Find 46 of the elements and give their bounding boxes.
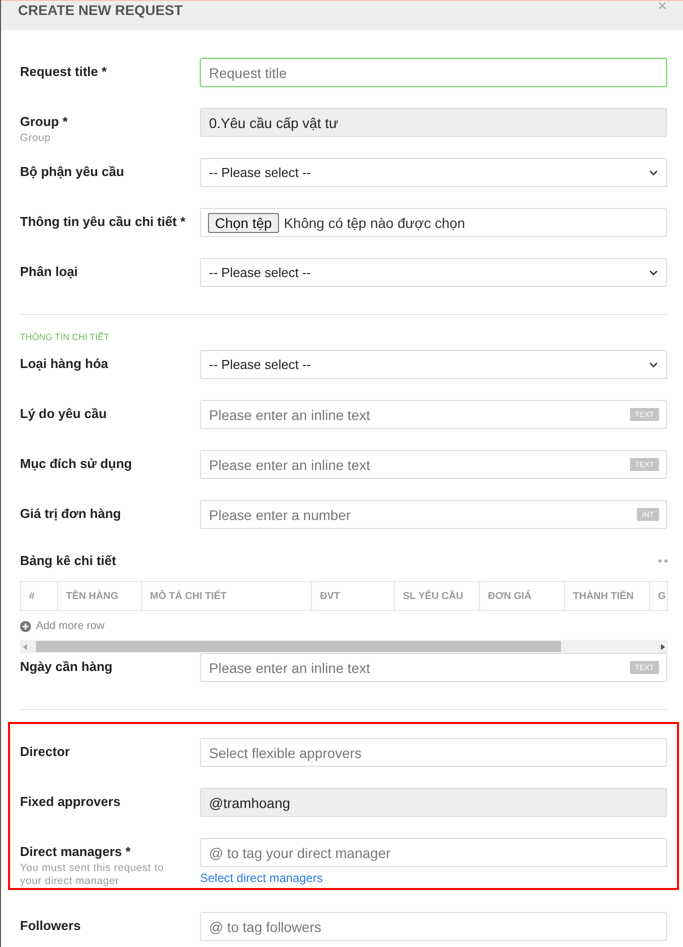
field-label: Fixed approvers (20, 794, 122, 809)
field-label: Followers (20, 918, 82, 933)
column-header: ĐƠN GIÁ (480, 582, 565, 610)
readonly-field: 0.Yêu cầu cấp vật tư (200, 108, 667, 137)
chevron-down-icon (649, 270, 658, 276)
select-link[interactable]: Select direct managers (200, 871, 323, 885)
field-label: Mục đích sử dụng (20, 456, 133, 471)
chevron-down-icon (649, 362, 658, 368)
column-header: # (21, 582, 58, 610)
column-header: G (650, 582, 667, 610)
select-field[interactable]: -- Please select -- (200, 350, 667, 379)
field-hint: You must sent this request to your direct manager (20, 862, 165, 888)
add-row-button[interactable]: Add more row (20, 620, 104, 632)
field-label: Request title * (20, 64, 108, 79)
field-label: Thông tin yêu cầu chi tiết * (20, 214, 186, 229)
column-header: MÔ TẢ CHI TIẾT (142, 582, 312, 610)
input-field[interactable]: Request title (200, 58, 667, 87)
field-label: Director (20, 744, 71, 759)
input-field[interactable]: Select flexible approvers (200, 738, 667, 767)
field-label: Bảng kê chi tiết (20, 553, 116, 568)
more-icon[interactable] (658, 558, 668, 562)
plus-circle-icon (20, 620, 31, 632)
field-label: Direct managers * (20, 844, 132, 859)
field-label: Lý do yêu cầu (20, 406, 108, 421)
field-label: Giá trị đơn hàng (20, 506, 122, 521)
readonly-field: @tramhoang (200, 788, 667, 817)
section-heading: THÔNG TIN CHI TIẾT (20, 331, 110, 344)
input-field[interactable]: @ to tag your direct manager (200, 838, 667, 867)
field-label: Loại hàng hóa (20, 356, 110, 371)
column-header: TÊN HÀNG (58, 582, 142, 610)
horizontal-scrollbar[interactable] (20, 640, 668, 653)
column-header: ĐVT (312, 582, 395, 610)
field-label: Group * (20, 114, 69, 129)
column-header: SL YÊU CẦU (395, 582, 480, 610)
choose-file-button[interactable]: Chọn tệp (208, 212, 279, 232)
chevron-down-icon (649, 170, 658, 176)
file-status: Không có tệp nào được chọn (284, 214, 466, 230)
select-field[interactable]: -- Please select -- (200, 258, 667, 287)
select-field[interactable]: -- Please select -- (200, 158, 667, 187)
input-field[interactable]: @ to tag followers (200, 912, 667, 941)
dialog-title: CREATE NEW REQUEST (18, 2, 183, 18)
field-label: Ngày cần hàng (20, 659, 114, 674)
field-label: Bộ phận yêu cầu (20, 164, 126, 179)
field-hint: Group (20, 132, 52, 145)
column-header: THÀNH TIỀN (565, 582, 650, 610)
field-label: Phân loại (20, 264, 79, 279)
